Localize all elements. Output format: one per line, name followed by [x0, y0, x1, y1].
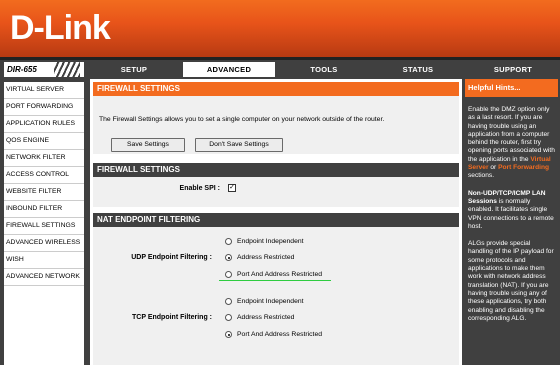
sidebar-item-firewall-settings[interactable]: FIREWALL SETTINGS — [4, 218, 84, 235]
udp-address-restricted-radio[interactable] — [225, 254, 232, 261]
spi-panel-title: FIREWALL SETTINGS — [93, 163, 459, 177]
tab-tools[interactable]: TOOLS — [278, 62, 370, 77]
udp-port-address-restricted-radio[interactable] — [225, 271, 232, 278]
udp-endpoint-independent-radio[interactable] — [225, 238, 232, 245]
nat-panel: NAT ENDPOINT FILTERING UDP Endpoint Filt… — [93, 213, 459, 365]
firewall-intro-panel: FIREWALL SETTINGS The Firewall Settings … — [93, 82, 459, 154]
hint-lan-sessions: Non-UDP/TCP/ICMP LAN Sessions is normall… — [468, 190, 556, 231]
tab-setup[interactable]: SETUP — [88, 62, 180, 77]
spi-panel: FIREWALL SETTINGS Enable SPI : ✓ — [93, 163, 459, 207]
tcp-endpoint-independent-radio[interactable] — [225, 298, 232, 305]
tcp-address-restricted-radio[interactable] — [225, 314, 232, 321]
tcp-endpoint-independent-label: Endpoint Independent — [237, 298, 304, 305]
tcp-port-address-restricted-radio[interactable] — [225, 331, 232, 338]
sidebar-item-website-filter[interactable]: WEBSITE FILTER — [4, 184, 84, 201]
dlink-logo: D-Link — [10, 9, 111, 47]
sidebar-item-access-control[interactable]: ACCESS CONTROL — [4, 167, 84, 184]
hint-sections: sections. — [468, 172, 495, 180]
sidebar-item-wish[interactable]: WISH — [4, 252, 84, 269]
firewall-description: The Firewall Settings allows you to set … — [99, 116, 385, 123]
save-settings-button[interactable]: Save Settings — [111, 138, 185, 152]
hint-or: or — [490, 164, 497, 172]
sidebar-item-advanced-wireless[interactable]: ADVANCED WIRELESS — [4, 235, 84, 252]
sidebar-item-qos-engine[interactable]: QOS ENGINE — [4, 133, 84, 150]
udp-port-address-restricted-label: Port And Address Restricted — [237, 271, 323, 278]
firewall-intro-body: The Firewall Settings allows you to set … — [93, 96, 459, 154]
sidebar: VIRTUAL SERVER PORT FORWARDING APPLICATI… — [4, 82, 84, 365]
helpful-hints-panel: Helpful Hints... Enable the DMZ option o… — [465, 79, 558, 365]
tcp-address-restricted-label: Address Restricted — [237, 314, 295, 321]
highlight-underline — [219, 280, 331, 281]
udp-endpoint-independent-label: Endpoint Independent — [237, 238, 304, 245]
tab-support[interactable]: SUPPORT — [466, 62, 560, 77]
hints-title: Helpful Hints... — [465, 79, 558, 97]
hint-dmz-text: Enable the DMZ option only as a last res… — [468, 106, 555, 163]
tab-status[interactable]: STATUS — [373, 62, 463, 77]
sidebar-item-inbound-filter[interactable]: INBOUND FILTER — [4, 201, 84, 218]
firewall-intro-title: FIREWALL SETTINGS — [93, 82, 459, 96]
sidebar-item-network-filter[interactable]: NETWORK FILTER — [4, 150, 84, 167]
hint-alg: ALGs provide special handling of the IP … — [468, 240, 554, 322]
sidebar-item-port-forwarding[interactable]: PORT FORWARDING — [4, 99, 84, 116]
model-badge: DIR-655 — [4, 62, 84, 77]
top-nav: DIR-655 SETUP ADVANCED TOOLS STATUS SUPP… — [0, 60, 560, 79]
sidebar-item-virtual-server[interactable]: VIRTUAL SERVER — [4, 82, 84, 99]
nat-panel-body: UDP Endpoint Filtering : Endpoint Indepe… — [93, 227, 459, 365]
udp-address-restricted-label: Address Restricted — [237, 254, 295, 261]
tcp-filtering-label: TCP Endpoint Filtering : — [132, 314, 212, 321]
sidebar-item-application-rules[interactable]: APPLICATION RULES — [4, 116, 84, 133]
tcp-port-address-restricted-label: Port And Address Restricted — [237, 331, 323, 338]
main-content: FIREWALL SETTINGS The Firewall Settings … — [90, 79, 462, 365]
dont-save-settings-button[interactable]: Don't Save Settings — [195, 138, 283, 152]
sidebar-item-advanced-network[interactable]: ADVANCED NETWORK — [4, 269, 84, 286]
enable-spi-label: Enable SPI : — [179, 185, 220, 192]
nat-panel-title: NAT ENDPOINT FILTERING — [93, 213, 459, 227]
hint-dmz: Enable the DMZ option only as a last res… — [468, 106, 556, 181]
spi-panel-body: Enable SPI : ✓ — [93, 177, 459, 207]
router-admin-page: D-Link DIR-655 SETUP ADVANCED TOOLS STAT… — [0, 0, 560, 365]
tab-advanced[interactable]: ADVANCED — [183, 62, 275, 77]
model-name: DIR-655 — [7, 65, 37, 74]
enable-spi-checkbox[interactable]: ✓ — [228, 184, 236, 192]
hint-port-forwarding-link[interactable]: Port Forwarding — [498, 164, 549, 171]
udp-filtering-label: UDP Endpoint Filtering : — [131, 254, 212, 261]
model-stripes-decoration — [54, 62, 80, 77]
header-banner: D-Link — [0, 0, 560, 57]
